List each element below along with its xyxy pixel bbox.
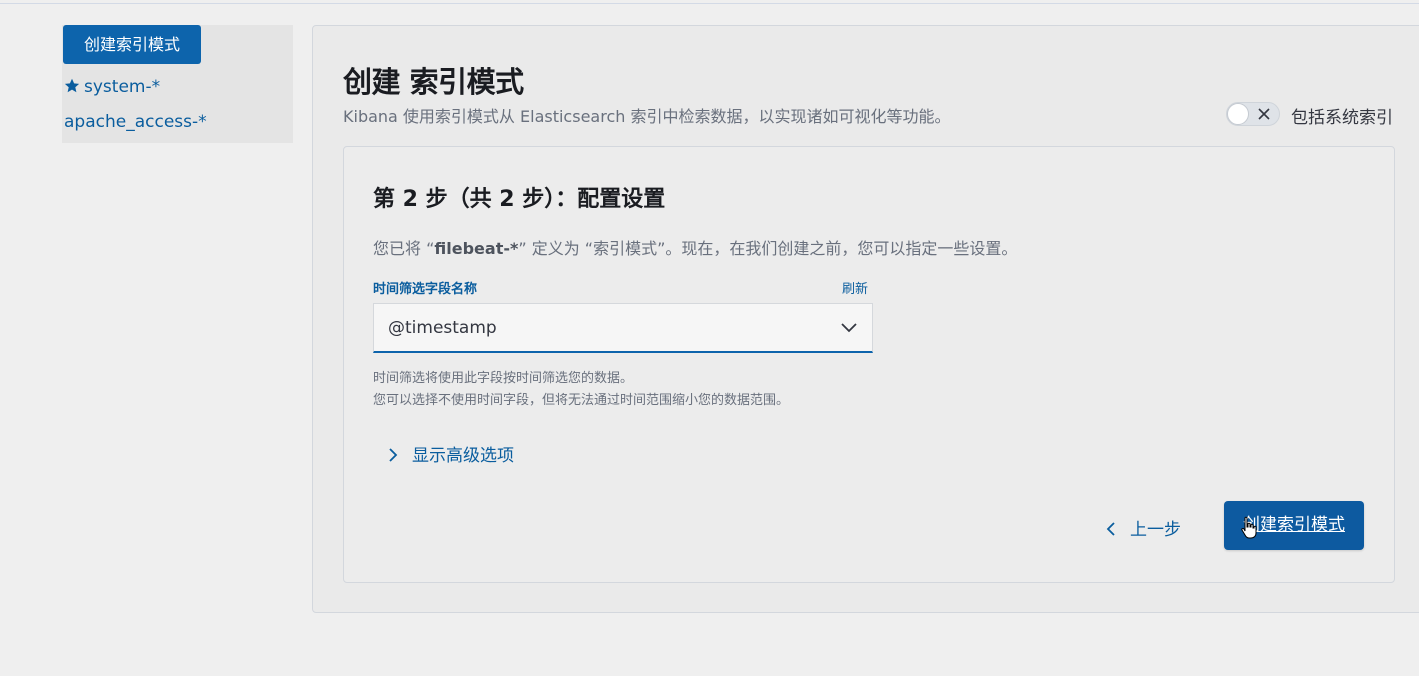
back-button[interactable]: 上一步: [1106, 515, 1181, 540]
toggle-knob: [1227, 103, 1249, 125]
page-subtitle: Kibana 使用索引模式从 Elasticsearch 索引中检索数据，以实现…: [343, 107, 951, 126]
top-divider: [0, 3, 1419, 4]
sidebar-item-system[interactable]: system-*: [64, 77, 160, 97]
time-field-select[interactable]: @timestamp: [373, 303, 873, 353]
time-field-label: 时间筛选字段名称: [373, 282, 478, 297]
refresh-link[interactable]: 刷新: [842, 278, 868, 297]
sidebar-item-label: apache_access-*: [64, 112, 207, 132]
chevron-left-icon: [1106, 522, 1115, 536]
close-icon: [1258, 108, 1270, 120]
sidebar-create-index-pattern-button[interactable]: 创建索引模式: [63, 25, 201, 64]
index-pattern-name: filebeat-*: [434, 239, 519, 258]
show-advanced-options-button[interactable]: 显示高级选项: [388, 441, 514, 466]
index-pattern-sidebar: 创建索引模式 system-* apache_access-*: [62, 25, 293, 143]
chevron-right-icon: [389, 448, 398, 462]
time-field-help-line-2: 您可以选择不使用时间字段，但将无法通过时间范围缩小您的数据范围。: [373, 393, 790, 408]
time-field-select-value: @timestamp: [388, 318, 497, 338]
back-button-label: 上一步: [1130, 520, 1181, 540]
show-advanced-options-label: 显示高级选项: [412, 446, 514, 466]
pointer-cursor-icon: [1241, 516, 1257, 539]
sidebar-item-label: system-*: [84, 77, 161, 97]
time-field-help-line-1: 时间筛选将使用此字段按时间筛选您的数据。: [373, 371, 634, 386]
step-card: 第 2 步（共 2 步）：配置设置 您已将 “filebeat-*” 定义为 “…: [343, 146, 1395, 583]
page-title: 创建 索引模式: [343, 65, 524, 99]
step-title: 第 2 步（共 2 步）：配置设置: [373, 187, 666, 212]
star-icon: [64, 78, 80, 93]
chevron-down-icon: [841, 323, 857, 333]
include-system-indices-toggle[interactable]: [1226, 102, 1280, 126]
step-description: 您已将 “filebeat-*” 定义为 “索引模式”。现在，在我们创建之前，您…: [373, 239, 1018, 258]
sidebar-item-apache-access[interactable]: apache_access-*: [64, 112, 207, 132]
include-system-indices-label: 包括系统索引: [1291, 108, 1393, 128]
